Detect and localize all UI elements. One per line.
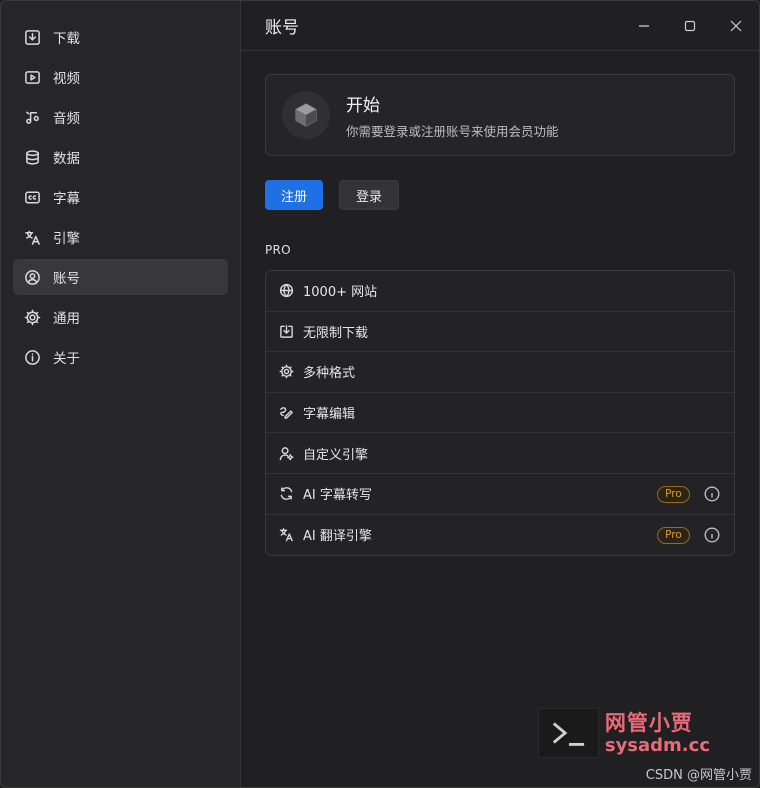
page-title: 账号: [265, 18, 299, 38]
feature-label: AI 字幕转写: [303, 488, 372, 504]
feature-row-ai-transcribe: AI 字幕转写 Pro: [266, 473, 734, 515]
user-gear-icon: [278, 445, 294, 461]
sidebar-item-label: 引擎: [53, 231, 80, 247]
start-card: 开始 你需要登录或注册账号来使用会员功能: [265, 74, 735, 156]
start-text: 开始 你需要登录或注册账号来使用会员功能: [346, 91, 559, 140]
feature-row-custom-engine: 自定义引擎: [266, 433, 734, 474]
feature-label: 1000+ 网站: [303, 285, 378, 301]
sidebar-item-label: 数据: [53, 151, 80, 167]
sidebar-item-label: 音频: [53, 111, 80, 127]
main-panel: 账号 开始 你需要登录或注册账号来使用会员功能 注册 登录 PRO 1000+ …: [241, 1, 759, 787]
sidebar-item-about[interactable]: 关于: [13, 339, 228, 375]
feature-row-unlimited-download: 无限制下载: [266, 311, 734, 353]
sidebar-item-label: 通用: [53, 311, 80, 327]
feature-row-ai-translate: AI 翻译引擎 Pro: [266, 514, 734, 556]
database-icon: [23, 148, 41, 166]
sidebar-item-data[interactable]: 数据: [13, 139, 228, 175]
info-button[interactable]: [704, 527, 720, 543]
refresh-icon: [278, 486, 294, 502]
pro-section-label: PRO: [265, 243, 291, 257]
title-bar: 账号: [241, 1, 759, 51]
sidebar-item-video[interactable]: 视频: [13, 59, 228, 95]
user-circle-icon: [23, 268, 41, 286]
maximize-icon: [684, 20, 696, 32]
terminal-logo-icon: [538, 708, 599, 758]
sidebar-item-label: 字幕: [53, 191, 80, 207]
start-title: 开始: [346, 95, 380, 116]
csdn-credit: CSDN @网管小贾: [645, 768, 752, 783]
feature-row-formats: 多种格式: [266, 352, 734, 393]
maximize-button[interactable]: [667, 1, 713, 51]
gear-icon: [278, 364, 294, 380]
register-button[interactable]: 注册: [265, 180, 323, 210]
feature-label: 多种格式: [303, 366, 356, 382]
audio-icon: [23, 108, 41, 126]
watermark-url: sysadm.cc: [604, 735, 710, 756]
auth-buttons: 注册 登录: [265, 180, 735, 210]
pro-badge: Pro: [657, 485, 690, 503]
gear-icon: [23, 308, 41, 326]
video-icon: [23, 68, 41, 86]
sidebar-item-general[interactable]: 通用: [13, 299, 228, 335]
download-icon: [23, 28, 41, 46]
pro-feature-list: 1000+ 网站 无限制下载 多种格式 字幕编辑 自定义引擎 AI 字幕转写 P…: [265, 270, 735, 557]
sidebar-item-subtitle[interactable]: 字幕: [13, 179, 228, 215]
sidebar-item-label: 账号: [53, 271, 80, 287]
window-controls: [621, 1, 759, 51]
info-icon: [704, 527, 720, 543]
app-window: 下载 视频 音频 数据 字幕 引擎 账号 通用 关于 账号 开始 你需要登录或注…: [0, 0, 760, 788]
watermark-text: 网管小贾 sysadm.cc: [605, 708, 710, 760]
sidebar-item-download[interactable]: 下载: [13, 19, 228, 55]
info-button[interactable]: [704, 486, 720, 502]
subtitle-icon: [23, 188, 41, 206]
minimize-icon: [639, 25, 649, 27]
login-button[interactable]: 登录: [339, 180, 399, 210]
start-description: 你需要登录或注册账号来使用会员功能: [346, 123, 559, 139]
sidebar-item-account[interactable]: 账号: [13, 259, 228, 295]
sidebar-item-engine[interactable]: 引擎: [13, 219, 228, 255]
feature-label: 无限制下载: [303, 325, 369, 341]
cube-logo-icon: [282, 91, 330, 139]
watermark-name: 网管小贾: [604, 711, 693, 735]
feature-label: AI 翻译引擎: [303, 529, 372, 545]
info-icon: [23, 348, 41, 366]
pro-badge: Pro: [657, 526, 690, 544]
globe-icon: [278, 283, 294, 299]
subtitle-edit-icon: [278, 405, 294, 421]
download-icon: [278, 323, 294, 339]
sidebar-item-label: 关于: [53, 351, 80, 367]
minimize-button[interactable]: [621, 1, 667, 51]
feature-row-subtitle-edit: 字幕编辑: [266, 392, 734, 434]
close-button[interactable]: [713, 1, 759, 51]
account-content: 开始 你需要登录或注册账号来使用会员功能 注册 登录 PRO 1000+ 网站: [241, 51, 759, 557]
sidebar-item-label: 下载: [53, 31, 80, 47]
watermark: 网管小贾 sysadm.cc: [538, 708, 710, 760]
close-icon: [730, 20, 742, 32]
sidebar-item-label: 视频: [53, 71, 80, 87]
info-icon: [704, 486, 720, 502]
feature-label: 字幕编辑: [303, 407, 356, 423]
feature-label: 自定义引擎: [303, 447, 369, 463]
translate-icon: [278, 527, 294, 543]
feature-row-websites: 1000+ 网站: [266, 271, 734, 312]
translate-icon: [23, 228, 41, 246]
sidebar-item-audio[interactable]: 音频: [13, 99, 228, 135]
sidebar: 下载 视频 音频 数据 字幕 引擎 账号 通用 关于: [1, 1, 241, 787]
